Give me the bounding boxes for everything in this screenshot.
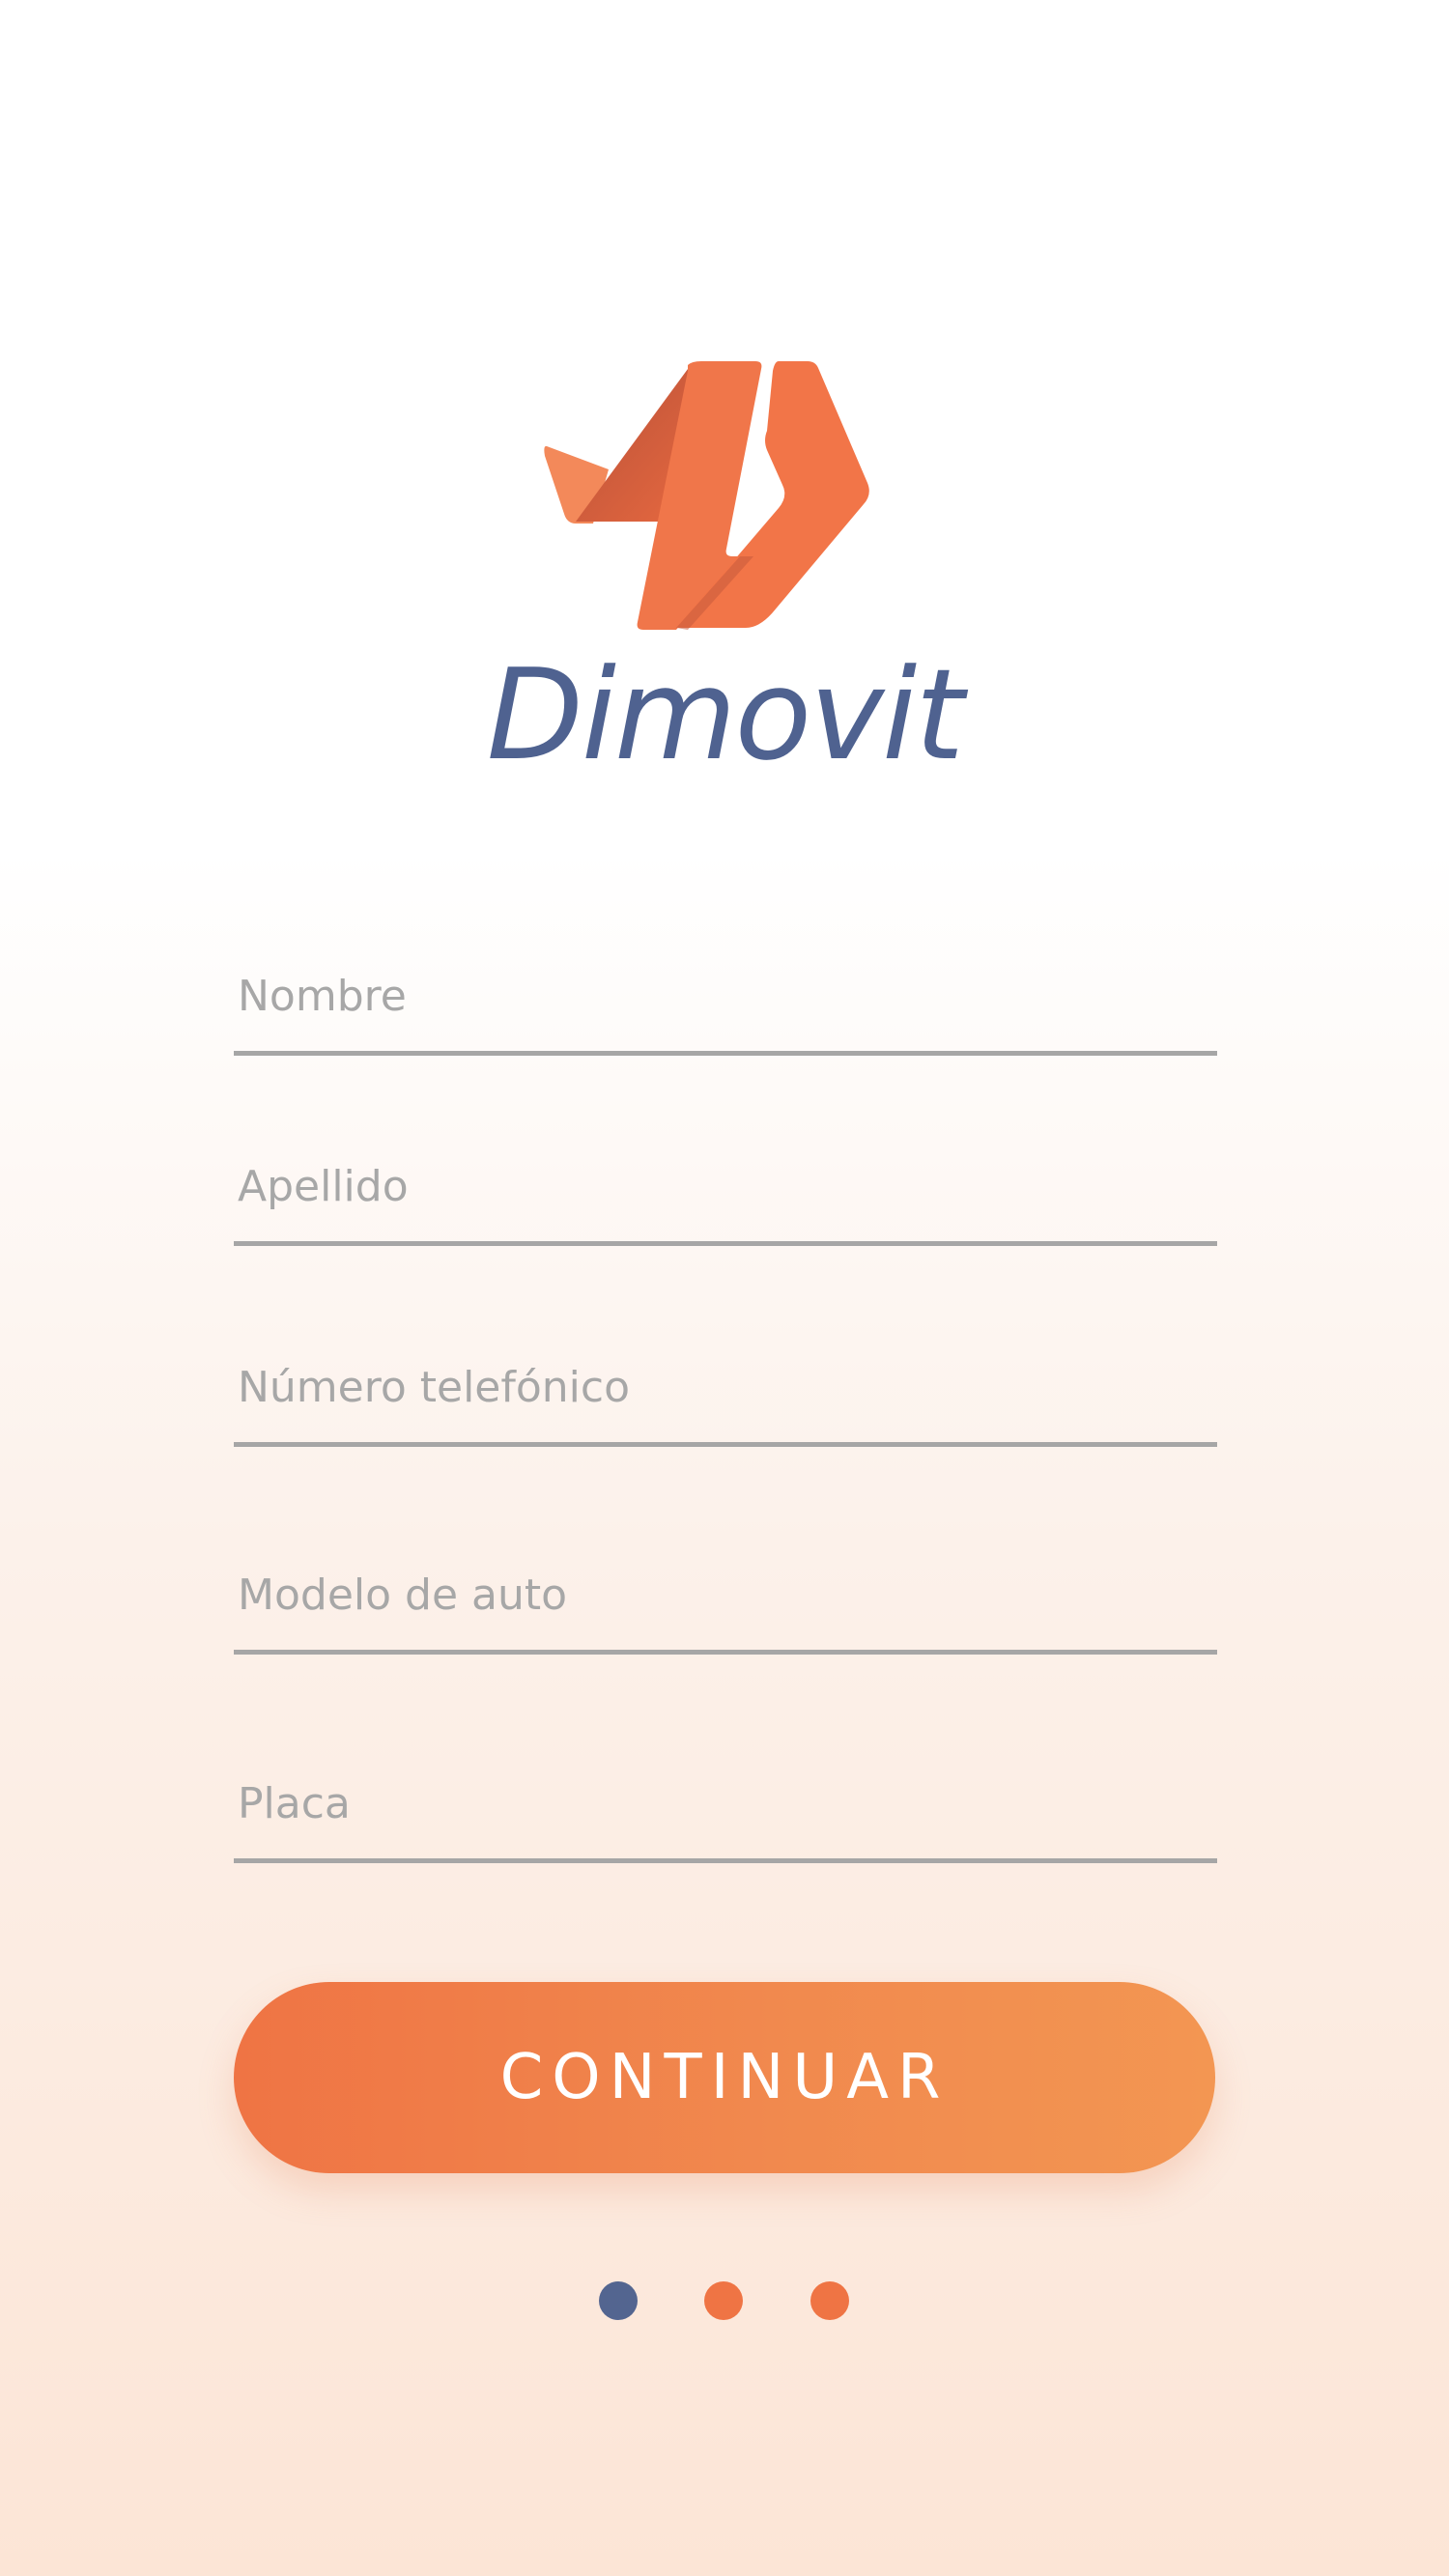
car-model-field-wrapper — [234, 1541, 1217, 1655]
brand-wordmark: Dimovit — [486, 641, 964, 788]
last-name-field[interactable] — [234, 1132, 1217, 1241]
phone-number-field[interactable] — [234, 1333, 1217, 1442]
license-plate-field-wrapper — [234, 1749, 1217, 1863]
phone-number-field-wrapper — [234, 1333, 1217, 1447]
car-model-field[interactable] — [234, 1541, 1217, 1650]
page-dot-2[interactable] — [704, 2281, 743, 2320]
dimovit-logo-icon — [544, 361, 869, 630]
last-name-field-wrapper — [234, 1132, 1217, 1246]
continue-button[interactable]: CONTINUAR — [234, 1982, 1215, 2173]
license-plate-field[interactable] — [234, 1749, 1217, 1858]
first-name-field-wrapper — [234, 942, 1217, 1056]
page-dot-3[interactable] — [810, 2281, 849, 2320]
pagination-dots — [599, 2281, 850, 2324]
page-dot-1[interactable] — [599, 2281, 638, 2320]
first-name-field[interactable] — [234, 942, 1217, 1051]
